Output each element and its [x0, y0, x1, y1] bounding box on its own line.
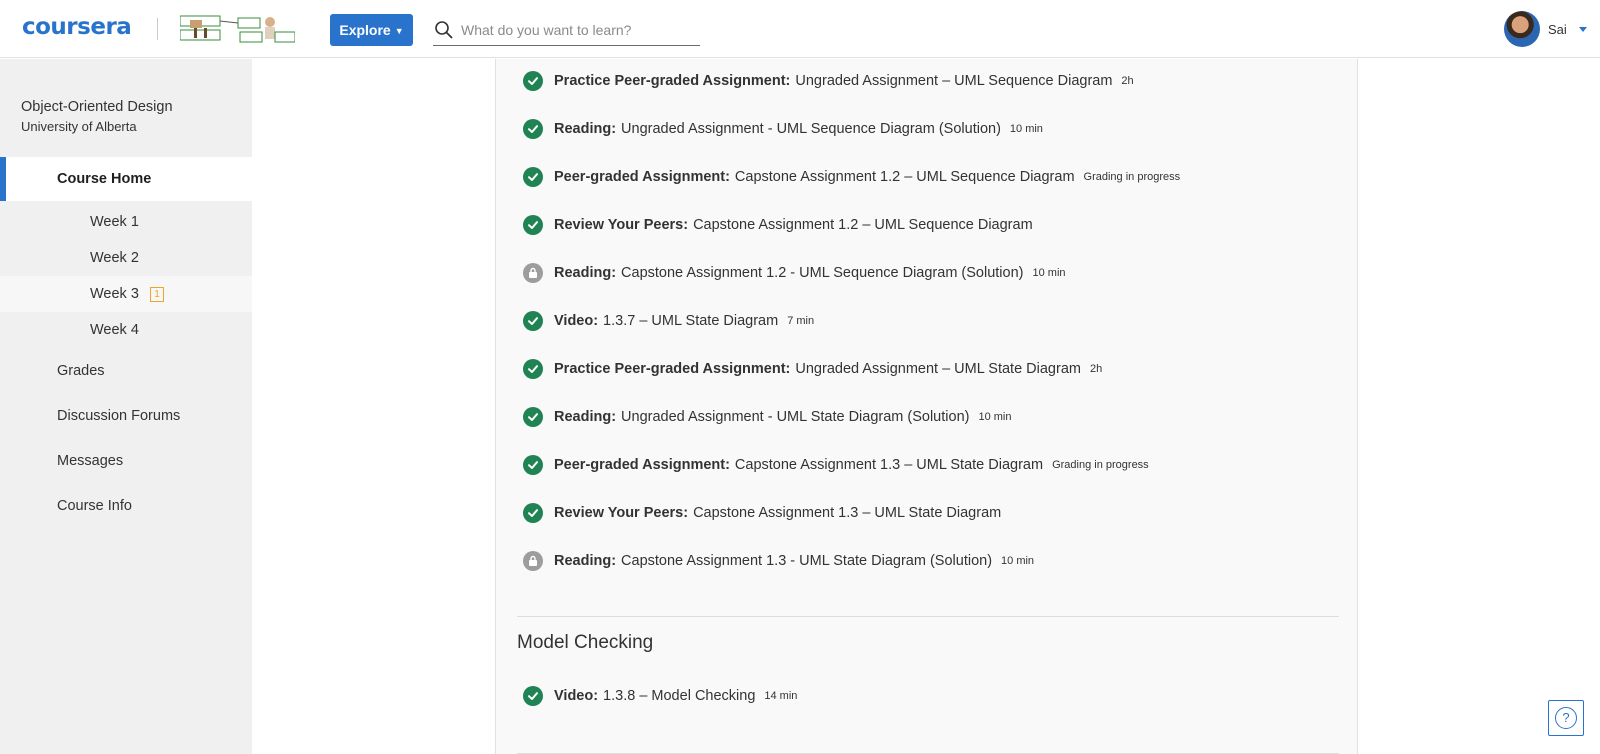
- item-meta: 2h: [1089, 363, 1103, 375]
- sidebar-item-label: Week 4: [90, 322, 139, 338]
- item-type: Reading:: [554, 121, 617, 137]
- sidebar-item-label: Week 2: [90, 250, 139, 266]
- sidebar-item-label: Course Home: [57, 171, 152, 187]
- item-title: 1.3.7 – UML State Diagram: [603, 313, 779, 329]
- item-title: 1.3.8 – Model Checking: [603, 688, 756, 704]
- item-title: Ungraded Assignment – UML Sequence Diagr…: [795, 73, 1113, 89]
- lesson-item[interactable]: Video: 1.3.8 – Model Checking 14 min: [523, 684, 797, 708]
- lesson-item[interactable]: Peer-graded Assignment: Capstone Assignme…: [523, 165, 1180, 189]
- item-title: Capstone Assignment 1.2 – UML Sequence D…: [693, 217, 1033, 233]
- user-menu[interactable]: Sai: [1504, 11, 1587, 47]
- lock-icon: [523, 551, 543, 571]
- item-title: Capstone Assignment 1.3 - UML State Diag…: [621, 553, 993, 569]
- lesson-item[interactable]: Review Your Peers: Capstone Assignment 1.…: [523, 213, 1033, 237]
- lesson-item[interactable]: Review Your Peers: Capstone Assignment 1.…: [523, 501, 1001, 525]
- item-type: Reading:: [554, 265, 617, 281]
- top-header: coursera Explore ▼ Sai: [0, 0, 1600, 58]
- user-name: Sai: [1548, 21, 1567, 37]
- sidebar-item-discussion-forums[interactable]: Discussion Forums: [57, 408, 180, 424]
- week-content-panel: Practice Peer-graded Assignment: Ungraded…: [495, 59, 1358, 754]
- search-input[interactable]: [461, 21, 691, 38]
- item-type: Peer-graded Assignment:: [554, 169, 730, 185]
- item-meta: Grading in progress: [1052, 459, 1149, 471]
- sidebar-item-week-3[interactable]: Week 3 1: [0, 276, 252, 312]
- explore-button[interactable]: Explore ▼: [330, 14, 413, 46]
- item-type: Practice Peer-graded Assignment:: [554, 361, 791, 377]
- lesson-item[interactable]: Reading: Capstone Assignment 1.2 - UML Se…: [523, 261, 1066, 285]
- check-circle-icon: [523, 215, 543, 235]
- explore-label: Explore: [339, 22, 391, 38]
- item-type: Peer-graded Assignment:: [554, 457, 730, 473]
- sidebar-item-course-home[interactable]: Course Home: [0, 157, 252, 201]
- lesson-item[interactable]: Video: 1.3.7 – UML State Diagram 7 min: [523, 309, 814, 333]
- item-type: Video:: [554, 313, 599, 329]
- item-meta: 10 min: [978, 411, 1012, 423]
- avatar[interactable]: [1504, 11, 1540, 47]
- sidebar-item-label: Week 3: [90, 286, 139, 302]
- item-type: Reading:: [554, 409, 617, 425]
- lesson-item[interactable]: Reading: Ungraded Assignment - UML State …: [523, 405, 1012, 429]
- item-type: Practice Peer-graded Assignment:: [554, 73, 791, 89]
- item-type: Reading:: [554, 553, 617, 569]
- caret-down-icon: [1578, 26, 1587, 32]
- item-title: Capstone Assignment 1.3 – UML State Diag…: [693, 505, 1002, 521]
- lesson-item[interactable]: Practice Peer-graded Assignment: Ungraded…: [523, 357, 1102, 381]
- check-circle-icon: [523, 167, 543, 187]
- help-button[interactable]: ?: [1548, 700, 1584, 736]
- course-title[interactable]: Object-Oriented Design: [21, 99, 173, 115]
- check-circle-icon: [523, 71, 543, 91]
- item-title: Ungraded Assignment - UML State Diagram …: [621, 409, 970, 425]
- item-meta: 10 min: [1009, 123, 1043, 135]
- week-badge: 1: [150, 287, 164, 302]
- check-circle-icon: [523, 119, 543, 139]
- sidebar-item-week-1[interactable]: Week 1: [0, 204, 252, 240]
- lock-icon: [523, 263, 543, 283]
- item-meta: 2h: [1121, 75, 1134, 87]
- item-meta: Grading in progress: [1083, 171, 1181, 183]
- help-icon: ?: [1555, 707, 1577, 729]
- item-type: Video:: [554, 688, 599, 704]
- check-circle-icon: [523, 359, 543, 379]
- logo-divider: [157, 18, 158, 40]
- sidebar-item-course-info[interactable]: Course Info: [57, 498, 132, 514]
- item-meta: 10 min: [1032, 267, 1066, 279]
- item-type: Review Your Peers:: [554, 217, 689, 233]
- lesson-item[interactable]: Reading: Ungraded Assignment - UML Sequen…: [523, 117, 1043, 141]
- check-circle-icon: [523, 311, 543, 331]
- sidebar-item-messages[interactable]: Messages: [57, 453, 123, 469]
- item-type: Review Your Peers:: [554, 505, 689, 521]
- sidebar-item-week-2[interactable]: Week 2: [0, 240, 252, 276]
- chevron-down-icon: ▼: [394, 26, 404, 36]
- item-title: Ungraded Assignment – UML State Diagram: [795, 361, 1081, 377]
- item-title: Ungraded Assignment - UML Sequence Diagr…: [621, 121, 1001, 137]
- item-title: Capstone Assignment 1.2 - UML Sequence D…: [621, 265, 1024, 281]
- sidebar-item-label: Week 1: [90, 214, 139, 230]
- check-circle-icon: [523, 407, 543, 427]
- university-partner-logo: [180, 15, 295, 43]
- search-icon[interactable]: [433, 19, 455, 41]
- item-meta: 7 min: [787, 315, 815, 327]
- lesson-item[interactable]: Peer-graded Assignment: Capstone Assignme…: [523, 453, 1149, 477]
- check-circle-icon: [523, 455, 543, 475]
- section-title: Model Checking: [517, 632, 654, 653]
- item-title: Capstone Assignment 1.3 – UML State Diag…: [734, 457, 1044, 473]
- lesson-item[interactable]: Reading: Capstone Assignment 1.3 - UML St…: [523, 549, 1034, 573]
- course-sidebar: Object-Oriented Design University of Alb…: [0, 59, 252, 754]
- course-organization: University of Alberta: [21, 119, 137, 134]
- search-bar: [433, 14, 700, 46]
- sidebar-item-week-4[interactable]: Week 4: [0, 312, 252, 348]
- item-meta: 14 min: [764, 690, 798, 702]
- coursera-logo[interactable]: coursera: [22, 14, 132, 40]
- item-title: Capstone Assignment 1.2 – UML Sequence D…: [734, 169, 1075, 185]
- item-meta: 10 min: [1001, 555, 1035, 567]
- section-divider: [517, 616, 1339, 617]
- lesson-item[interactable]: Practice Peer-graded Assignment: Ungraded…: [523, 69, 1134, 93]
- check-circle-icon: [523, 503, 543, 523]
- check-circle-icon: [523, 686, 543, 706]
- sidebar-item-grades[interactable]: Grades: [57, 363, 105, 379]
